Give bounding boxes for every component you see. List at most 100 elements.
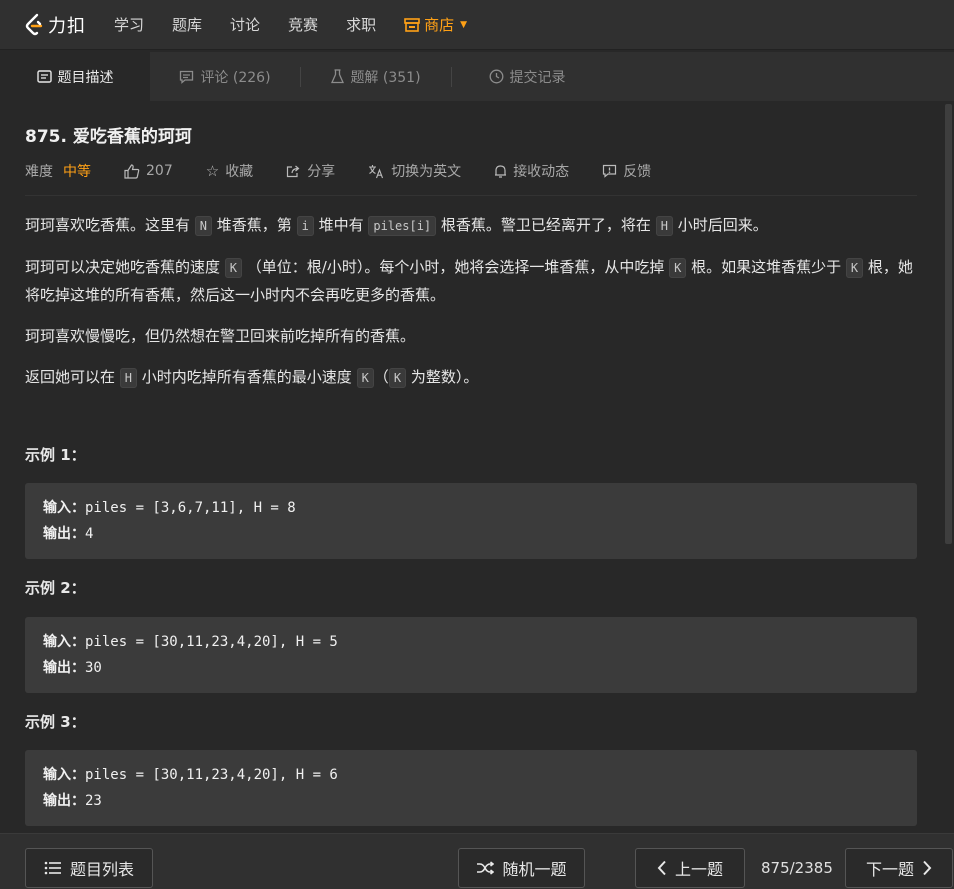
- shuffle-icon: [477, 861, 495, 875]
- example-output: 输出：4: [43, 521, 899, 547]
- example-output: 输出：30: [43, 655, 899, 681]
- description-paragraph: 珂珂喜欢吃香蕉。这里有 N 堆香蕉，第 i 堆中有 piles[i] 根香蕉。警…: [25, 212, 917, 240]
- switch-language-label: 切换为英文: [391, 164, 462, 180]
- inline-code: K: [224, 258, 243, 278]
- nav-contest[interactable]: 竞赛: [288, 14, 318, 35]
- nav-jobs[interactable]: 求职: [346, 14, 376, 35]
- chevron-down-icon: ▼: [460, 19, 468, 30]
- prev-problem-button[interactable]: 上一题: [635, 848, 745, 888]
- text: 堆香蕉，第: [212, 216, 297, 234]
- list-icon: [44, 861, 61, 875]
- example-box: 输入：piles = [3,6,7,11], H = 8 输出：4: [25, 483, 917, 559]
- problem-tabs: 题目描述 评论 (226) 题解 (351) 提交记录: [0, 52, 954, 101]
- feedback-icon: [603, 164, 617, 178]
- example-input: 输入：piles = [3,6,7,11], H = 8: [43, 495, 899, 521]
- feedback-button[interactable]: 反馈: [602, 161, 651, 181]
- tab-submissions[interactable]: 提交记录: [452, 52, 602, 101]
- inline-code: N: [194, 216, 213, 236]
- tab-solutions[interactable]: 题解 (351): [301, 52, 451, 101]
- prev-problem-label: 上一题: [674, 860, 723, 879]
- tab-solutions-label: 题解 (351): [350, 69, 421, 86]
- input-value: piles = [30,11,23,4,20], H = 6: [85, 767, 338, 783]
- example-title: 示例 3：: [25, 713, 86, 731]
- example-title: 示例 2：: [25, 579, 86, 597]
- bottom-bar: 题目列表 随机一题 上一题 875/2385 下一题: [0, 833, 954, 889]
- nav-discuss[interactable]: 讨论: [230, 14, 260, 35]
- tab-description-label: 题目描述: [57, 69, 114, 86]
- nav-store[interactable]: 商店 ▼: [404, 14, 467, 35]
- text: （单位：根/小时）。每个小时，她将会选择一堆香蕉，从中吃掉: [242, 258, 670, 276]
- text: （: [373, 368, 389, 386]
- text: 为整数）。: [406, 368, 479, 386]
- top-navbar: 力扣 学习 题库 讨论 竞赛 求职 商店 ▼: [0, 0, 954, 50]
- nav-learn[interactable]: 学习: [114, 14, 144, 35]
- thumbs-up-icon: [124, 163, 140, 179]
- chevron-left-icon: [657, 860, 666, 876]
- next-problem-label: 下一题: [865, 860, 914, 879]
- translate-icon: [369, 164, 384, 178]
- nav-problemset[interactable]: 题库: [172, 14, 202, 35]
- example-input: 输入：piles = [30,11,23,4,20], H = 5: [43, 629, 899, 655]
- output-value: 4: [85, 526, 94, 542]
- problem-list-label: 题目列表: [69, 860, 134, 879]
- leetcode-logo[interactable]: 力扣: [24, 12, 86, 38]
- description-icon: [36, 70, 52, 83]
- description-paragraph: 珂珂喜欢慢慢吃，但仍然想在警卫回来前吃掉所有的香蕉。: [25, 327, 416, 345]
- store-icon: [404, 17, 420, 32]
- inline-code: piles[i]: [368, 216, 437, 236]
- flask-icon: [331, 69, 345, 84]
- input-label: 输入：: [43, 767, 85, 783]
- inline-code: i: [296, 216, 314, 236]
- feedback-label: 反馈: [623, 164, 652, 180]
- scrollbar[interactable]: [945, 104, 952, 544]
- share-label: 分享: [307, 164, 336, 180]
- output-label: 输出：: [43, 793, 85, 809]
- switch-language-button[interactable]: 切换为英文: [368, 161, 461, 181]
- input-value: piles = [3,6,7,11], H = 8: [85, 500, 296, 516]
- clock-icon: [489, 69, 503, 84]
- like-count: 207: [146, 163, 173, 179]
- share-icon: [287, 165, 300, 178]
- text: 珂珂喜欢吃香蕉。这里有: [25, 216, 195, 234]
- logo-text: 力扣: [48, 15, 86, 37]
- chevron-right-icon: [923, 860, 932, 876]
- output-value: 23: [85, 793, 102, 809]
- input-label: 输入：: [43, 634, 85, 650]
- text: 根。如果这堆香蕉少于: [686, 258, 846, 276]
- next-problem-button[interactable]: 下一题: [845, 848, 953, 888]
- share-button[interactable]: 分享: [286, 161, 335, 181]
- text: 堆中有: [313, 216, 369, 234]
- favorite-button[interactable]: ☆ 收藏: [206, 161, 253, 181]
- text: 小时后回来。: [672, 216, 768, 234]
- output-label: 输出：: [43, 660, 85, 676]
- logo-icon: [25, 13, 43, 35]
- inline-code: K: [845, 258, 864, 278]
- nav-store-label: 商店: [424, 16, 455, 34]
- example-title: 示例 1：: [25, 446, 86, 464]
- tab-description[interactable]: 题目描述: [0, 52, 150, 101]
- problem-title: 875. 爱吃香蕉的珂珂: [25, 127, 192, 147]
- star-icon: ☆: [205, 162, 220, 180]
- output-label: 输出：: [43, 526, 85, 542]
- tab-submissions-label: 提交记录: [509, 69, 566, 86]
- text: 根香蕉。警卫已经离开了，将在: [436, 216, 656, 234]
- text: 返回她可以在: [25, 368, 120, 386]
- random-problem-button[interactable]: 随机一题: [458, 848, 585, 888]
- difficulty-badge: 中等: [63, 164, 91, 180]
- text: 珂珂可以决定她吃香蕉的速度: [25, 258, 225, 276]
- example-box: 输入：piles = [30,11,23,4,20], H = 6 输出：23: [25, 750, 917, 826]
- example-output: 输出：23: [43, 788, 899, 814]
- tab-comments[interactable]: 评论 (226): [150, 52, 300, 101]
- description-paragraph: 珂珂可以决定她吃香蕉的速度 K （单位：根/小时）。每个小时，她将会选择一堆香蕉…: [25, 254, 917, 309]
- description-paragraph: 返回她可以在 H 小时内吃掉所有香蕉的最小速度 K （K 为整数）。: [25, 364, 917, 392]
- input-label: 输入：: [43, 500, 85, 516]
- bell-icon: [495, 164, 507, 178]
- like-button[interactable]: 207: [124, 163, 173, 179]
- inline-code: H: [655, 216, 673, 236]
- problem-list-button[interactable]: 题目列表: [25, 848, 153, 888]
- subscribe-button[interactable]: 接收动态: [494, 161, 569, 181]
- output-value: 30: [85, 660, 102, 676]
- inline-code: K: [388, 368, 407, 388]
- page-indicator: 875/2385: [761, 859, 833, 877]
- inline-code: K: [356, 368, 374, 388]
